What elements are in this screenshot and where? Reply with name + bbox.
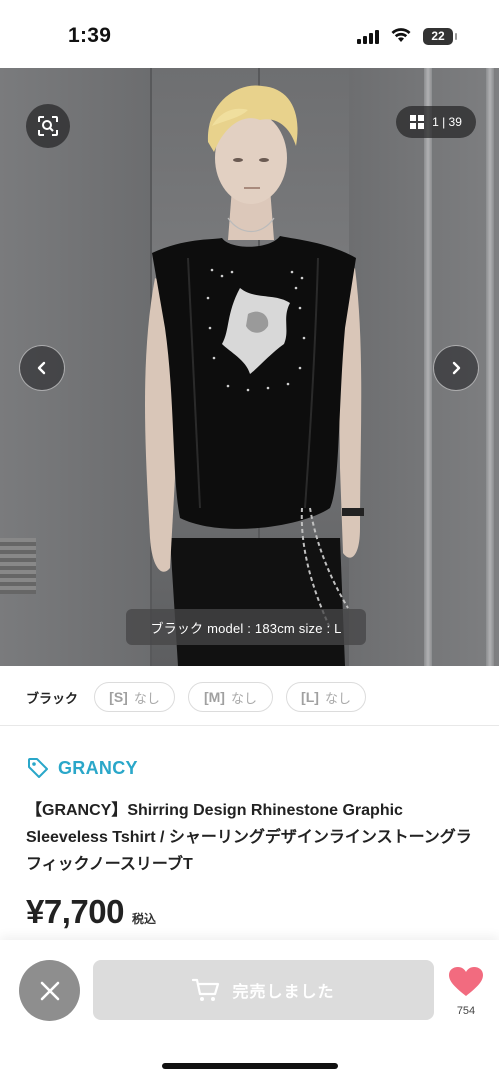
cart-icon: [192, 978, 220, 1001]
size-label: [S]: [109, 689, 128, 705]
close-button[interactable]: [19, 960, 80, 1021]
product-photo-model: [145, 85, 364, 666]
home-indicator[interactable]: [162, 1063, 338, 1069]
stock-label: なし: [230, 690, 257, 706]
status-time: 1:39: [68, 24, 112, 47]
sold-out-button[interactable]: 完売しました: [93, 960, 434, 1020]
product-price: ¥7,700: [26, 893, 124, 930]
brand-link[interactable]: GRANCY: [26, 756, 138, 780]
size-label: [M]: [203, 689, 225, 705]
favorite-count: 754: [456, 1005, 476, 1017]
image-counter-button[interactable]: 1 | 39: [396, 106, 476, 138]
brand-name: GRANCY: [58, 757, 138, 778]
chevron-right-icon: [452, 361, 461, 375]
image-counter-text: 1 | 39: [432, 115, 462, 129]
tag-icon: [28, 758, 48, 778]
scan-icon: [38, 116, 58, 136]
status-bar: 1:39 22: [0, 0, 499, 68]
variant-selector: ブラック [S] なし [M] なし [L] なし: [0, 666, 499, 726]
grid-icon: [410, 115, 425, 129]
image-caption: ブラック model : 183cm size : L: [126, 609, 366, 645]
size-label: [L]: [301, 689, 319, 705]
sold-out-label: 完売しました: [232, 984, 335, 1001]
size-chip-s[interactable]: [S] なし: [94, 682, 175, 712]
close-icon: [40, 981, 59, 1000]
next-image-button[interactable]: [433, 345, 479, 391]
product-title: 【GRANCY】Shirring Design Rhinestone Graph…: [26, 802, 472, 873]
bottom-action-bar: 完売しました 754: [0, 940, 499, 1080]
signal-icon: [357, 30, 381, 44]
size-chip-l[interactable]: [L] なし: [286, 682, 366, 712]
wifi-icon: [390, 26, 412, 49]
battery-icon: 22: [423, 28, 457, 45]
favorite-button[interactable]: 754: [447, 966, 485, 1017]
tax-label: 税込: [131, 912, 156, 926]
heart-icon: [449, 967, 483, 996]
size-chip-m[interactable]: [M] なし: [188, 682, 273, 712]
product-image-gallery[interactable]: 1 | 39 ブラック model : 183cm size : L: [0, 68, 499, 666]
image-search-button[interactable]: [26, 104, 70, 148]
stock-label: なし: [324, 690, 351, 706]
chevron-left-icon: [37, 361, 46, 375]
stock-label: なし: [133, 690, 160, 706]
price-row: ¥7,700 税込: [26, 893, 156, 931]
previous-image-button[interactable]: [19, 345, 65, 391]
variant-color-label: ブラック: [26, 691, 79, 706]
